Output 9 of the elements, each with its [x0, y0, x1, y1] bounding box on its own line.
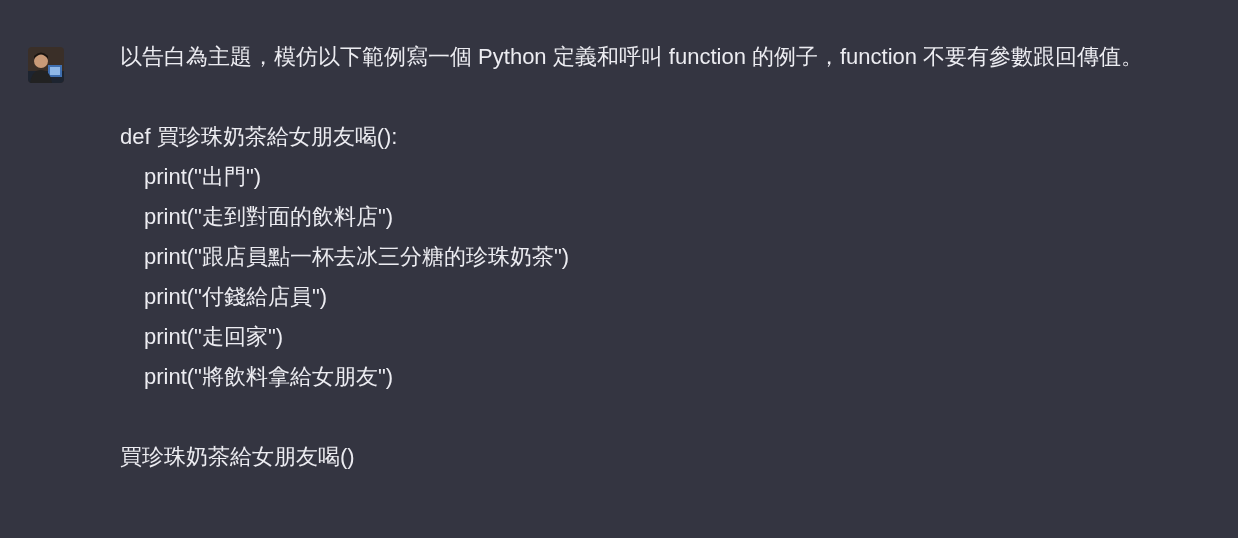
code-line: 買珍珠奶茶給女朋友喝()	[120, 443, 355, 471]
code-line: print("將飲料拿給女朋友")	[144, 363, 394, 391]
code-line: print("走回家")	[144, 323, 284, 351]
code-line: print("付錢給店員")	[144, 283, 328, 311]
message-text: 以告白為主題，模仿以下範例寫一個 Python 定義和呼叫 function 的例子，function 不要有參數跟回傳值。	[120, 43, 1145, 71]
code-line: print("跟店員點一杯去冰三分糖的珍珠奶茶")	[144, 243, 570, 271]
code-line: print("走到對面的飲料店")	[144, 203, 394, 231]
code-line: def 買珍珠奶茶給女朋友喝():	[120, 123, 398, 151]
code-line: print("出門")	[144, 163, 262, 191]
